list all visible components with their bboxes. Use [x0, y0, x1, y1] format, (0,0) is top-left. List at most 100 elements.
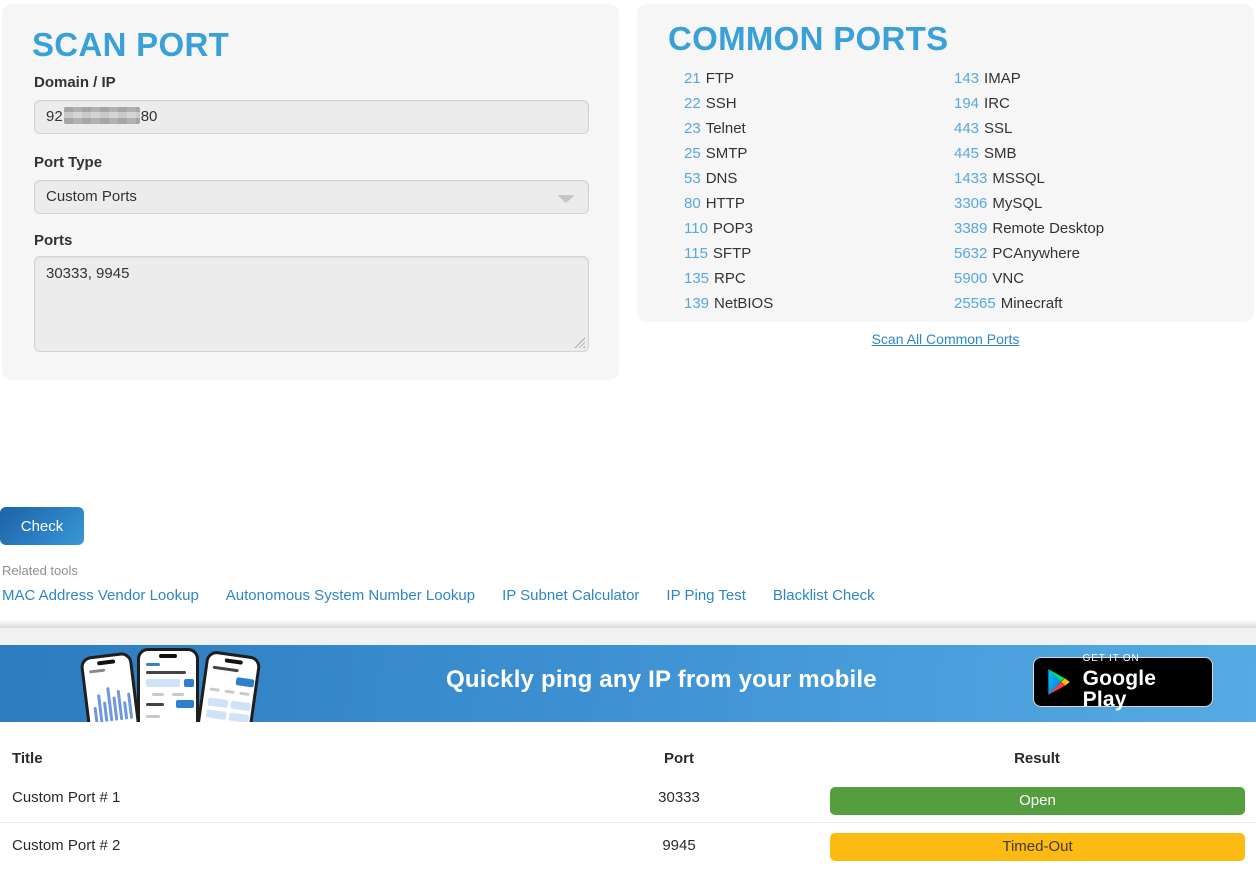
common-port-item: 445SMB — [954, 141, 1104, 166]
domain-value-end: 80 — [141, 108, 158, 125]
port-scanner-page: SCAN PORT Domain / IP 92 80 Port Type Cus… — [0, 0, 1256, 875]
common-port-item: 23 Telnet — [684, 116, 773, 141]
common-port-item: 1433 MSSQL — [954, 166, 1104, 191]
port-name: SMB — [984, 145, 1017, 162]
check-button[interactable]: Check — [0, 507, 84, 545]
port-name: SSL — [984, 120, 1012, 137]
common-ports-title: COMMON PORTS — [668, 20, 948, 58]
port-number: 5632 — [954, 245, 987, 262]
redaction-blur — [64, 107, 140, 124]
port-name: IMAP — [984, 70, 1021, 87]
chevron-down-icon — [557, 195, 575, 203]
port-name: NetBIOS — [714, 295, 773, 312]
common-port-item: 443 SSL — [954, 116, 1104, 141]
google-play-badge[interactable]: GET IT ON Google Play — [1033, 657, 1213, 707]
port-number: 115 — [684, 245, 708, 262]
phone-mockup-right — [191, 650, 261, 722]
common-ports-left-column: 21FTP 22SSH 23Telnet 25SMTP 53DNS 80HTTP… — [684, 66, 773, 316]
related-tool-link[interactable]: IP Subnet Calculator — [502, 587, 639, 604]
port-number: 5900 — [954, 270, 987, 287]
port-number: 53 — [684, 170, 701, 187]
common-port-item: 135 RPC — [684, 266, 773, 291]
port-name: SMTP — [706, 145, 748, 162]
port-name: MSSQL — [992, 170, 1045, 187]
table-row-port: 9945 — [604, 837, 754, 854]
google-play-badge-line1: GET IT ON — [1083, 654, 1200, 664]
common-port-item: 110POP3 — [684, 216, 773, 241]
banner-headline: Quickly ping any IP from your mobile — [446, 666, 877, 694]
port-number: 25 — [684, 145, 701, 162]
common-ports-right-column: 143IMAP 194 IRC 443 SSL 445SMB 1433 MSSQL 3… — [954, 66, 1104, 316]
common-port-item: 25565Minecraft — [954, 291, 1104, 316]
port-name: RPC — [714, 270, 746, 287]
resize-handle-icon[interactable] — [574, 337, 585, 348]
table-row-title: Custom Port # 2 — [12, 837, 120, 854]
table-header-title: Title — [12, 750, 43, 767]
table-row-title: Custom Port # 1 — [12, 789, 120, 806]
port-number: 110 — [684, 220, 708, 237]
ports-label: Ports — [34, 232, 72, 249]
port-name: Remote Desktop — [992, 220, 1104, 237]
related-tool-link[interactable]: Blacklist Check — [773, 587, 875, 604]
port-number: 22 — [684, 95, 701, 112]
result-badge-open: Open — [830, 787, 1245, 815]
port-name: VNC — [992, 270, 1024, 287]
common-port-item: 5900 VNC — [954, 266, 1104, 291]
scan-port-panel: SCAN PORT Domain / IP 92 80 Port Type Cus… — [2, 4, 619, 380]
google-play-icon — [1046, 667, 1072, 697]
domain-value-start: 92 — [46, 108, 63, 125]
table-row-port: 30333 — [604, 789, 754, 806]
port-name: FTP — [706, 70, 734, 87]
common-port-item: 5632 PCAnywhere — [954, 241, 1104, 266]
common-port-item: 3389Remote Desktop — [954, 216, 1104, 241]
port-number: 194 — [954, 95, 979, 112]
related-tools-links: MAC Address Vendor Lookup Autonomous Sys… — [2, 587, 875, 604]
related-tool-link[interactable]: IP Ping Test — [666, 587, 746, 604]
common-port-item: 139 NetBIOS — [684, 291, 773, 316]
table-header-result: Result — [836, 750, 1238, 767]
table-row-divider — [0, 822, 1256, 823]
common-ports-panel: COMMON PORTS 21 FTP 22 SSH 23 Telnet 25 SMTP… — [637, 4, 1254, 322]
result-badge-timeout: Timed-Out — [830, 833, 1245, 861]
port-number: 21 — [684, 70, 701, 87]
phone-notch — [97, 659, 115, 665]
mobile-app-banner: Quickly ping any IP from your mobile GET… — [0, 645, 1256, 722]
phone-mockup-left — [79, 651, 144, 722]
port-name: MySQL — [992, 195, 1042, 212]
port-name: HTTP — [706, 195, 745, 212]
ports-value: 30333, 9945 — [46, 265, 129, 282]
common-port-item: 3306MySQL — [954, 191, 1104, 216]
common-port-item: 21 FTP — [684, 66, 773, 91]
ports-textarea[interactable]: 30333, 9945 — [34, 256, 589, 352]
section-divider-strip — [0, 628, 1256, 645]
port-number: 1433 — [954, 170, 987, 187]
google-play-badge-line2: Google Play — [1083, 668, 1200, 710]
common-port-item: 53DNS — [684, 166, 773, 191]
scan-all-common-ports-link[interactable]: Scan All Common Ports — [637, 331, 1254, 347]
port-name: Minecraft — [1001, 295, 1063, 312]
port-number: 139 — [684, 295, 709, 312]
port-name: SSH — [706, 95, 737, 112]
related-tool-link[interactable]: Autonomous System Number Lookup — [226, 587, 475, 604]
related-tools-label: Related tools — [2, 563, 78, 578]
table-header-port: Port — [604, 750, 754, 767]
common-port-item: 143IMAP — [954, 66, 1104, 91]
port-name: SFTP — [713, 245, 751, 262]
port-number: 443 — [954, 120, 979, 137]
port-name: IRC — [984, 95, 1010, 112]
section-divider-shadow — [0, 620, 1256, 628]
port-type-label: Port Type — [34, 154, 102, 171]
related-tool-link[interactable]: MAC Address Vendor Lookup — [2, 587, 199, 604]
scan-port-title: SCAN PORT — [32, 26, 229, 64]
common-port-item: 22 SSH — [684, 91, 773, 116]
common-port-item: 194 IRC — [954, 91, 1104, 116]
port-name: PCAnywhere — [992, 245, 1080, 262]
domain-ip-input[interactable]: 92 80 — [34, 100, 589, 134]
port-type-select[interactable]: Custom Ports — [34, 180, 589, 214]
port-type-value: Custom Ports — [46, 188, 137, 205]
domain-ip-label: Domain / IP — [34, 74, 116, 91]
port-name: Telnet — [706, 120, 746, 137]
port-number: 23 — [684, 120, 701, 137]
phone-notch — [159, 654, 177, 658]
port-number: 135 — [684, 270, 709, 287]
